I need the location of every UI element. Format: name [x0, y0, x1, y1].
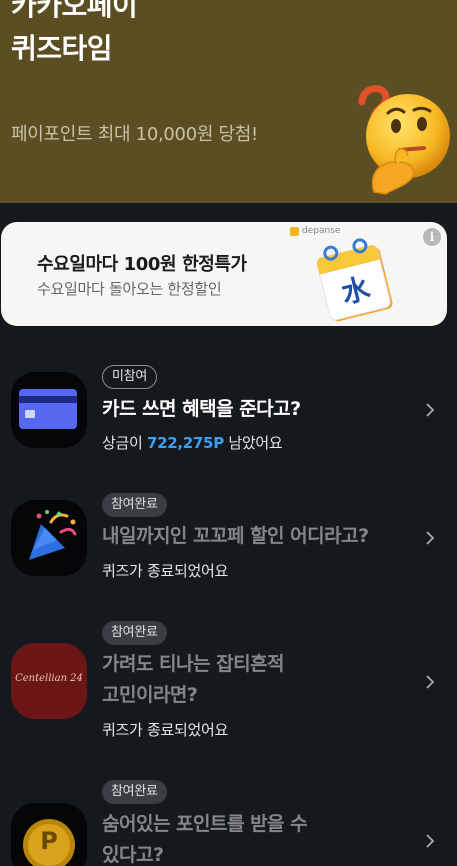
- status-badge: 참여완료: [102, 493, 167, 517]
- quiz-status-suffix: 남았어요: [223, 434, 283, 452]
- status-badge: 참여완료: [102, 621, 167, 645]
- quiz-title: 내일까지인 꼬꼬페 할인 어디라고?: [102, 525, 369, 547]
- quiz-status: 퀴즈가 종료되었어요: [102, 721, 228, 739]
- quiz-title-line2: 있다고?: [102, 844, 164, 866]
- point-coin-icon: P: [11, 803, 87, 866]
- banner-subtitle: 수요일마다 돌아오는 한정할인: [37, 280, 222, 298]
- chevron-right-icon[interactable]: [424, 833, 436, 849]
- quiz-prize-amount: 722,275P: [146, 434, 224, 452]
- quiz-status: 퀴즈가 종료되었어요: [102, 562, 228, 580]
- promo-banner[interactable]: depanse i 수요일마다 100원 한정특가 수요일마다 돌아오는 한정할…: [1, 222, 447, 326]
- point-coin-letter: P: [40, 827, 58, 855]
- party-popper-icon: [11, 500, 87, 576]
- status-badge: 참여완료: [102, 780, 167, 804]
- quiz-title: 카드 쓰면 혜택을 준다고?: [102, 398, 301, 420]
- quiz-status-prefix: 상금이: [102, 434, 147, 452]
- hero-title-line1: 카카오페이: [11, 0, 138, 22]
- info-icon[interactable]: i: [423, 228, 441, 246]
- chevron-right-icon[interactable]: [424, 530, 436, 546]
- quiz-title-line1: 가려도 티나는 잡티흔적: [102, 653, 285, 675]
- calendar-icon: 水: [316, 238, 393, 322]
- hero-header: 카카오페이 퀴즈타임 페이포인트 최대 10,000원 당첨!: [0, 0, 457, 203]
- quiz-title-line1: 숨어있는 포인트를 받을 수: [102, 813, 308, 835]
- thinking-face-icon: [358, 85, 450, 195]
- status-badge: 미참여: [102, 365, 157, 389]
- quiz-status: 상금이 722,275P 남았어요: [102, 432, 283, 453]
- banner-title: 수요일마다 100원 한정특가: [37, 254, 247, 275]
- centellian-logo: Centellian 24: [11, 643, 87, 719]
- chevron-right-icon[interactable]: [424, 674, 436, 690]
- centellian-logo-text: Centellian 24: [15, 673, 83, 684]
- hero-title-line2: 퀴즈타임: [11, 32, 113, 65]
- credit-card-icon: [11, 372, 87, 448]
- hero-subtitle: 페이포인트 최대 10,000원 당첨!: [11, 124, 258, 145]
- sponsor-mark-icon: [290, 226, 299, 236]
- quiz-title-line2: 고민이라면?: [102, 684, 198, 706]
- chevron-right-icon[interactable]: [424, 402, 436, 418]
